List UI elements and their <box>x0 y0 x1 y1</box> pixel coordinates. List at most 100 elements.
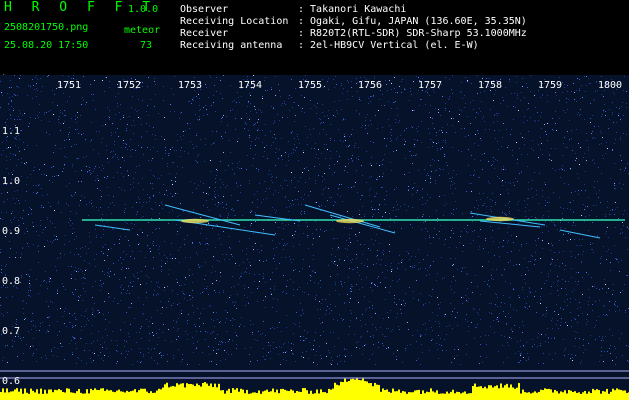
noise-pixel <box>360 199 361 200</box>
noise-pixel <box>300 340 301 341</box>
noise-pixel <box>83 277 84 278</box>
noise-pixel <box>81 278 82 279</box>
noise-pixel <box>9 257 10 258</box>
noise-pixel <box>498 149 499 150</box>
signal-bar <box>270 391 272 400</box>
noise-pixel <box>190 181 191 182</box>
noise-pixel <box>517 93 518 94</box>
signal-bar <box>614 390 616 400</box>
noise-pixel <box>5 346 6 347</box>
noise-pixel <box>128 333 129 334</box>
noise-pixel <box>6 168 7 169</box>
noise-pixel <box>203 107 204 108</box>
noise-pixel <box>141 361 142 362</box>
noise-pixel <box>389 226 390 227</box>
noise-pixel <box>603 314 604 315</box>
signal-bar <box>364 381 366 400</box>
noise-pixel <box>577 78 578 79</box>
signal-bar <box>320 389 322 400</box>
noise-pixel <box>259 252 260 253</box>
noise-pixel <box>336 151 337 152</box>
noise-pixel <box>307 137 308 138</box>
noise-pixel <box>426 275 427 276</box>
noise-pixel <box>2 360 3 361</box>
noise-pixel <box>239 241 240 242</box>
noise-pixel <box>352 129 353 130</box>
noise-pixel <box>502 275 503 276</box>
noise-pixel <box>400 206 401 207</box>
noise-pixel <box>396 359 397 360</box>
noise-pixel <box>362 206 363 207</box>
signal-bar <box>432 391 434 400</box>
noise-pixel <box>606 292 607 293</box>
noise-pixel <box>348 187 349 188</box>
noise-pixel <box>273 298 274 299</box>
noise-pixel <box>188 101 189 102</box>
signal-bar <box>140 388 142 400</box>
noise-pixel <box>594 187 595 188</box>
noise-pixel <box>413 187 414 188</box>
noise-pixel <box>563 339 564 340</box>
noise-pixel <box>612 360 613 361</box>
noise-pixel <box>275 165 276 166</box>
noise-pixel <box>413 155 414 156</box>
noise-pixel <box>134 276 135 277</box>
noise-pixel <box>618 113 619 114</box>
noise-pixel <box>307 332 308 333</box>
noise-pixel <box>262 142 263 143</box>
noise-pixel <box>98 313 99 314</box>
noise-pixel <box>427 200 428 201</box>
noise-pixel <box>568 184 569 185</box>
noise-pixel <box>519 250 520 251</box>
noise-pixel <box>298 191 299 192</box>
noise-pixel <box>319 301 320 302</box>
noise-pixel <box>135 150 136 151</box>
noise-pixel <box>462 267 463 268</box>
noise-pixel <box>404 144 405 145</box>
noise-pixel <box>105 319 106 320</box>
noise-pixel <box>161 313 162 314</box>
noise-pixel <box>362 346 363 347</box>
noise-pixel <box>212 283 213 284</box>
noise-pixel <box>72 325 73 326</box>
noise-pixel <box>480 294 481 295</box>
noise-pixel <box>36 145 37 146</box>
noise-pixel <box>241 273 242 274</box>
noise-pixel <box>552 245 553 246</box>
noise-pixel <box>571 130 572 131</box>
noise-pixel <box>516 264 517 265</box>
noise-pixel <box>380 282 381 283</box>
noise-pixel <box>181 147 182 148</box>
noise-pixel <box>154 290 155 291</box>
noise-pixel <box>69 127 70 128</box>
noise-pixel <box>300 315 301 316</box>
noise-pixel <box>534 344 535 345</box>
noise-pixel <box>272 272 273 273</box>
noise-pixel <box>397 108 398 109</box>
noise-pixel <box>73 337 74 338</box>
noise-pixel <box>276 347 277 348</box>
noise-pixel <box>554 225 555 226</box>
noise-pixel <box>505 205 506 206</box>
noise-pixel <box>15 95 16 96</box>
noise-pixel <box>308 294 309 295</box>
noise-pixel <box>625 237 626 238</box>
noise-pixel <box>396 187 397 188</box>
noise-pixel <box>87 171 88 172</box>
signal-bar <box>456 391 458 400</box>
noise-pixel <box>126 293 127 294</box>
noise-pixel <box>92 325 93 326</box>
noise-pixel <box>244 326 245 327</box>
noise-pixel <box>345 140 346 141</box>
noise-pixel <box>90 84 91 85</box>
noise-pixel <box>121 269 122 270</box>
noise-pixel <box>440 169 441 170</box>
noise-pixel <box>496 294 497 295</box>
noise-pixel <box>610 270 611 271</box>
noise-pixel <box>426 175 427 176</box>
noise-pixel <box>365 310 366 311</box>
noise-pixel <box>156 228 157 229</box>
noise-pixel <box>474 159 475 160</box>
noise-pixel <box>238 138 239 139</box>
signal-bar <box>566 393 568 400</box>
